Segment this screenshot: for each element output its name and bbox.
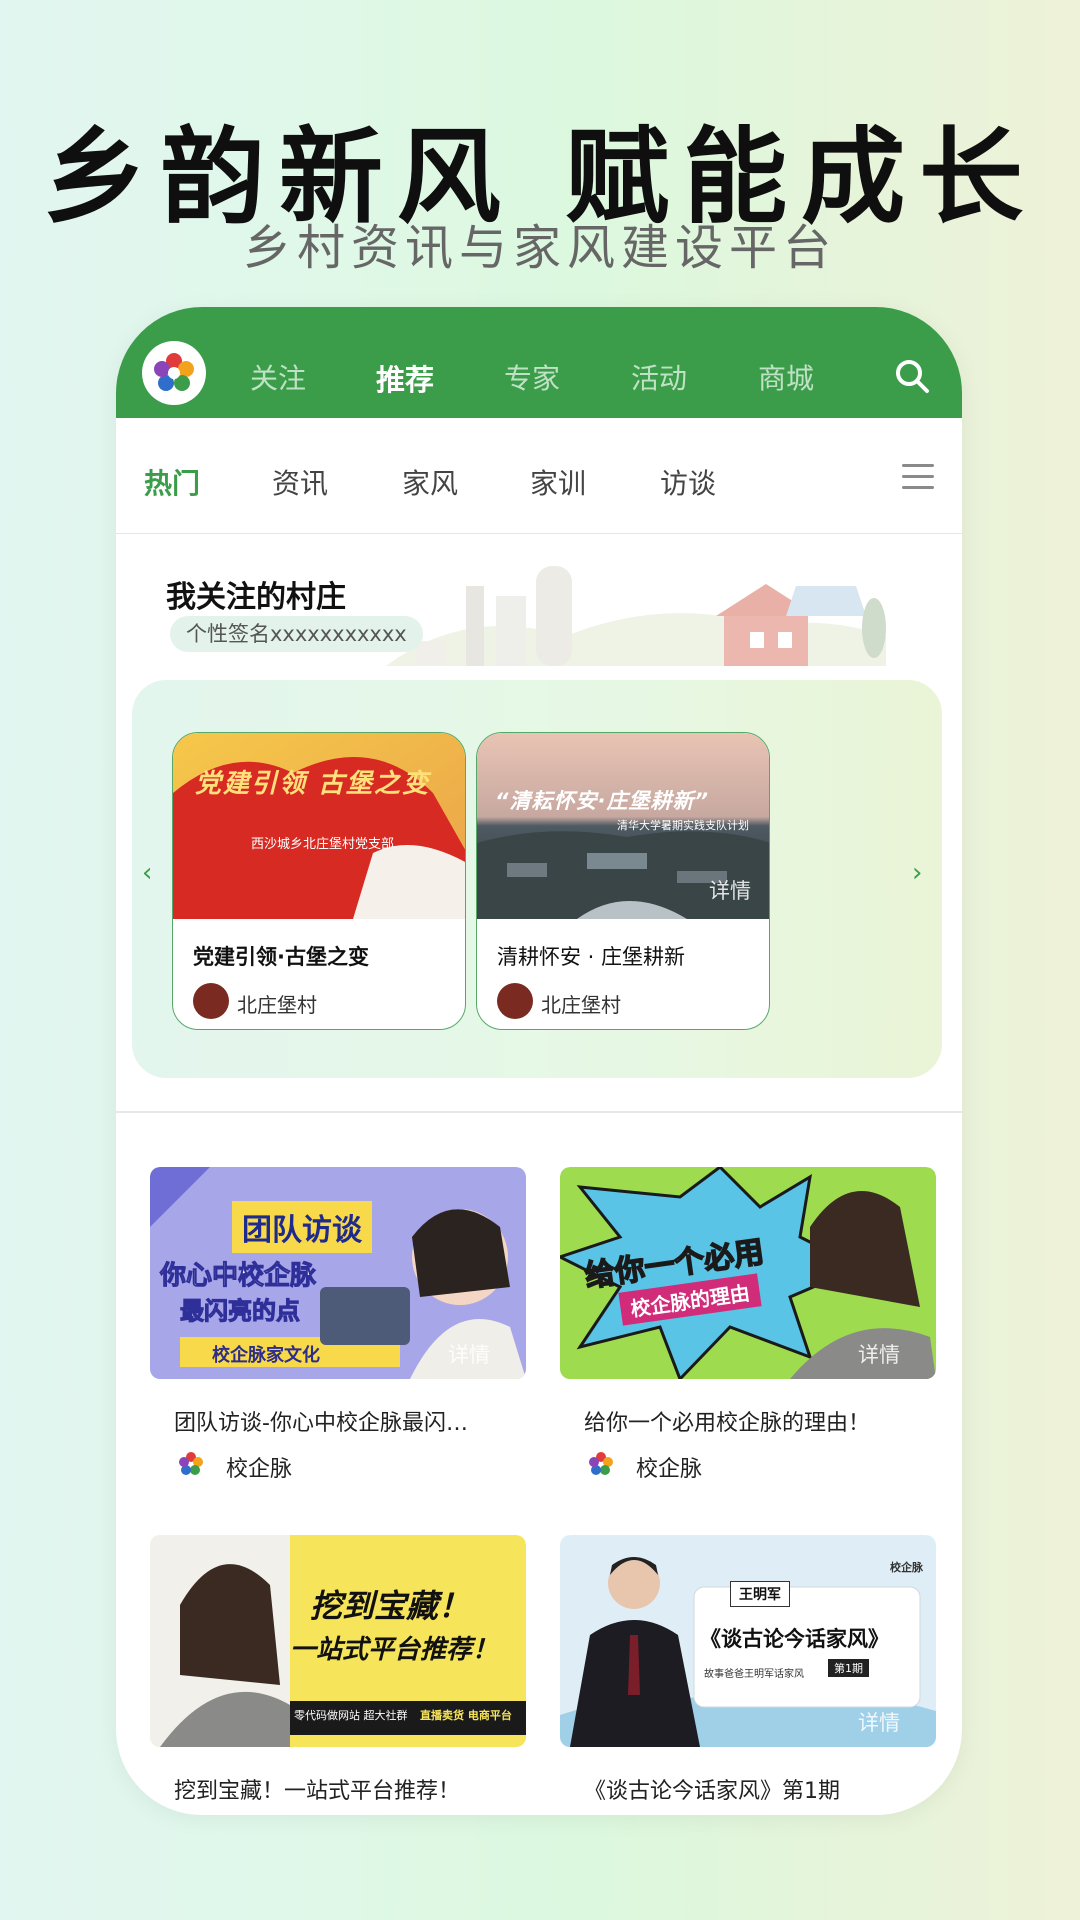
tab-family-rules[interactable]: 家训	[530, 462, 586, 502]
hero-subtitle: 乡村资讯与家风建设平台	[242, 220, 837, 276]
signature-pill: 个性签名xxxxxxxxxxx	[170, 616, 423, 652]
thumb-caption: 清华大学暑期实践支队计划	[617, 819, 749, 832]
feed-card[interactable]: 王明军 《谈古论今话家风》 故事爸爸王明军话家风 第1期 校企脉 详情 《谈古论…	[560, 1535, 936, 1815]
thumb-line: 你心中校企脉	[159, 1261, 317, 1292]
tab-experts[interactable]: 专家	[504, 357, 560, 397]
avatar	[497, 983, 533, 1019]
feed-card-title: 挖到宝藏！一站式平台推荐！	[174, 1779, 461, 1804]
thumb-footer: 零代码做网站 超大社群	[294, 1709, 408, 1722]
thumb-footer: 直播卖货 电商平台	[420, 1709, 512, 1722]
thumb-headline: “清耘怀安·庄堡耕新”	[495, 789, 710, 813]
tab-follow[interactable]: 关注	[250, 357, 306, 397]
thumb-badge: 团队访谈	[232, 1201, 372, 1253]
carousel-right-arrow-icon[interactable]: ›	[912, 858, 922, 888]
thumb-headline: 党建引领 古堡之变	[195, 769, 431, 799]
thumb-line: 挖到宝藏！	[310, 1587, 471, 1625]
thumb-line: 一站式平台推荐！	[290, 1635, 499, 1665]
thumb-line: 最闪亮的点	[180, 1297, 301, 1326]
tab-news[interactable]: 资讯	[272, 462, 328, 502]
village-card-author: 北庄堡村	[541, 993, 621, 1017]
tab-mall[interactable]: 商城	[758, 357, 814, 397]
detail-label[interactable]: 详情	[448, 1339, 490, 1369]
tab-hot[interactable]: 热门	[144, 462, 200, 502]
feed-card-title: 给你一个必用校企脉的理由！	[584, 1411, 871, 1436]
detail-label[interactable]: 详情	[858, 1707, 900, 1737]
feed-card[interactable]: 给你一个必用 校企脉的理由 详情 给你一个必用校企脉的理由！ 校企脉	[560, 1167, 936, 1497]
village-card[interactable]: 党建引领 古堡之变 西沙城乡北庄堡村党支部 党建引领·古堡之变 北庄堡村	[172, 732, 466, 1030]
detail-label[interactable]: 详情	[709, 875, 751, 905]
tab-activities[interactable]: 活动	[631, 357, 687, 397]
tab-family-style[interactable]: 家风	[402, 462, 458, 502]
feed-card[interactable]: 挖到宝藏！ 一站式平台推荐！ 零代码做网站 超大社群 直播卖货 电商平台 挖到宝…	[150, 1535, 526, 1815]
thumb-name-tag: 王明军	[730, 1581, 790, 1607]
avatar	[193, 983, 229, 1019]
detail-label[interactable]: 详情	[858, 1339, 900, 1369]
brand-logo-icon	[589, 1452, 613, 1475]
village-card-author: 北庄堡村	[237, 993, 317, 1017]
village-card-thumbnail	[173, 733, 465, 919]
search-icon[interactable]	[892, 356, 932, 396]
feed-card-author: 校企脉	[636, 1457, 703, 1482]
app-logo-icon	[154, 353, 194, 391]
thumb-headline: 《谈古论今话家风》	[700, 1627, 889, 1651]
followed-villages-section: 我关注的村庄 个性签名xxxxxxxxxxx ‹ › 党建引领 古堡之变 西沙城…	[116, 536, 962, 1113]
thumb-banner: 校企脉家文化	[212, 1345, 320, 1366]
feed-card[interactable]: 团队访谈 你心中校企脉 最闪亮的点 校企脉家文化 详情 团队访谈-你心中校企脉最…	[150, 1167, 526, 1497]
section-title: 我关注的村庄	[166, 580, 346, 615]
feed-card-author: 校企脉	[226, 1457, 293, 1482]
thumb-caption: 故事爸爸王明军话家风	[704, 1669, 804, 1680]
village-carousel: ‹ › 党建引领 古堡之变 西沙城乡北庄堡村党支部 党建引领·古堡之变 北庄堡村…	[132, 680, 942, 1078]
feed-card-title: 《谈古论今话家风》第1期	[584, 1779, 840, 1804]
tab-recommend[interactable]: 推荐	[376, 357, 434, 399]
brand-logo-icon	[179, 1452, 203, 1475]
village-card-title: 清耕怀安 · 庄堡耕新	[497, 945, 686, 969]
carousel-left-arrow-icon[interactable]: ‹	[142, 858, 152, 888]
menu-icon[interactable]	[902, 464, 934, 492]
thumb-brand: 校企脉	[890, 1561, 923, 1574]
top-nav-bar: 关注 推荐 专家 活动 商城	[116, 307, 962, 418]
village-card[interactable]: “清耘怀安·庄堡耕新” 清华大学暑期实践支队计划 详情 清耕怀安 · 庄堡耕新 …	[476, 732, 770, 1030]
phone-frame: 关注 推荐 专家 活动 商城 热门 资讯 家风 家训 访谈 我关注的村庄 个性签…	[116, 307, 962, 1815]
thumb-caption: 西沙城乡北庄堡村党支部	[251, 837, 395, 852]
feed-card-title: 团队访谈-你心中校企脉最闪…	[174, 1411, 468, 1436]
farm-illustration	[386, 566, 886, 666]
thumb-episode: 第1期	[828, 1659, 869, 1677]
app-logo[interactable]	[142, 341, 206, 405]
village-card-title: 党建引领·古堡之变	[193, 945, 369, 969]
tab-interviews[interactable]: 访谈	[660, 462, 716, 502]
category-tabs: 热门 资讯 家风 家训 访谈	[116, 418, 962, 534]
